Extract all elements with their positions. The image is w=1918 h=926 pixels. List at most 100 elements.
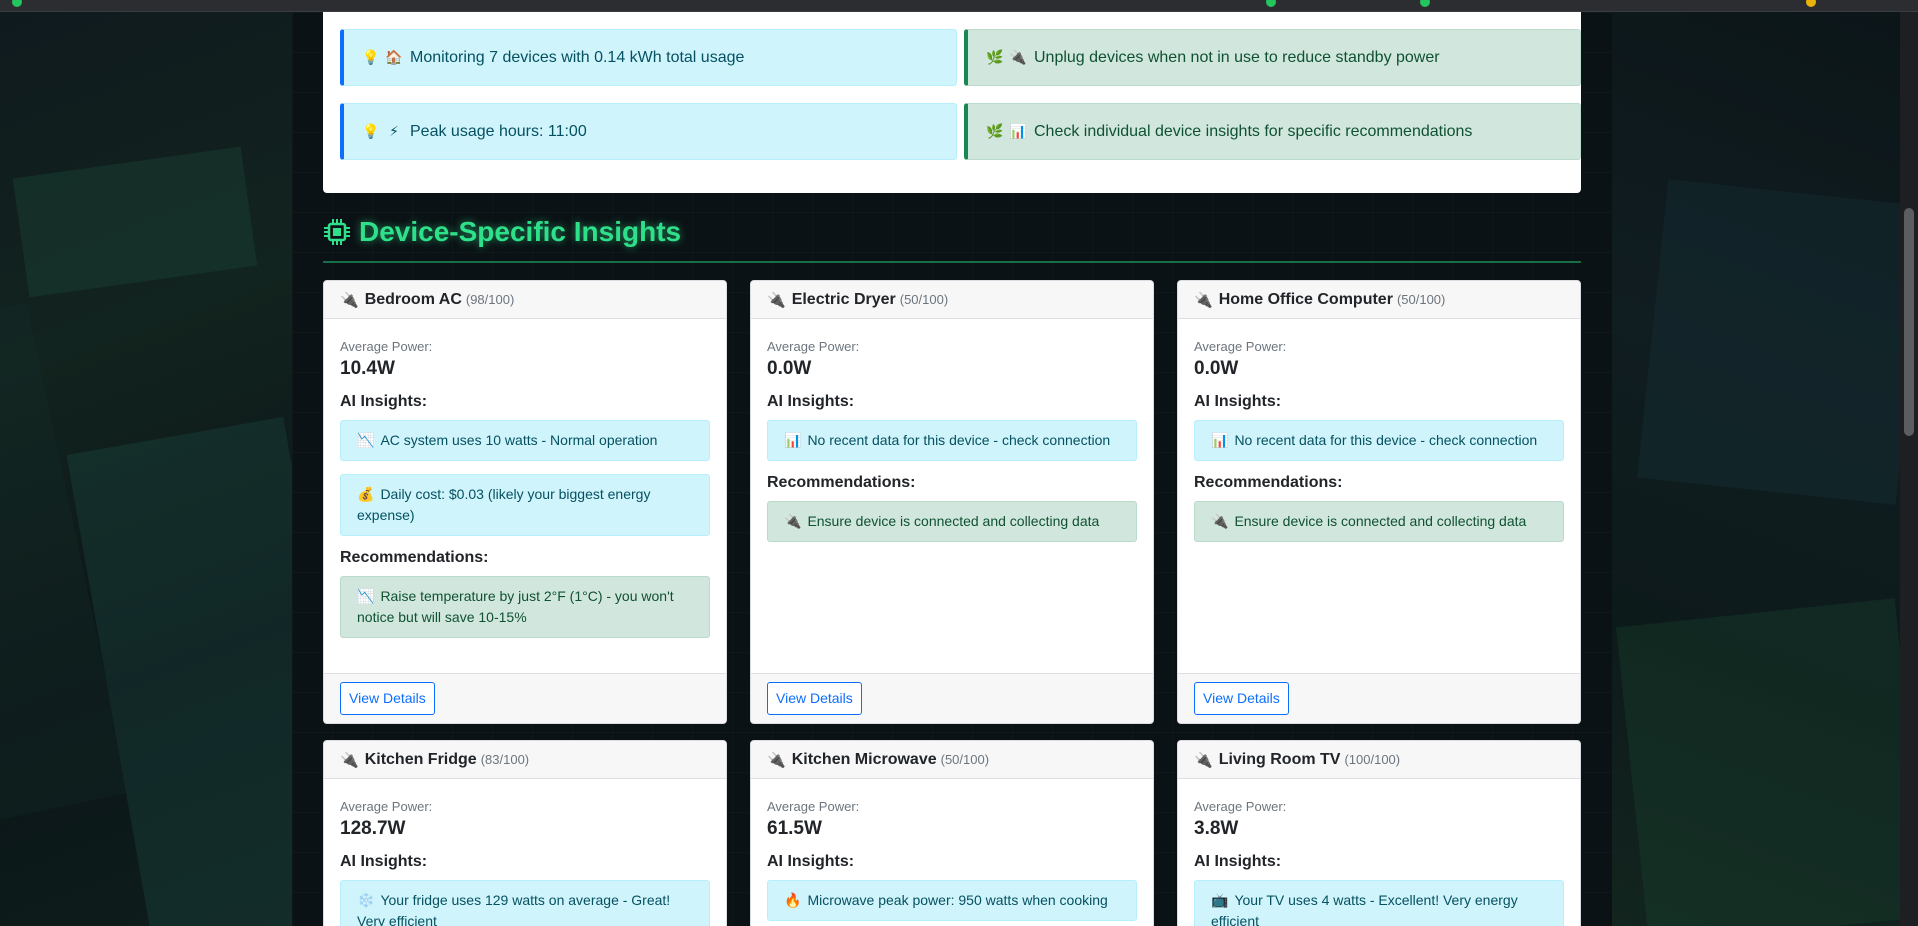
average-power-value: 128.7W <box>340 818 406 839</box>
plug-icon: 🔌 <box>767 291 786 309</box>
ai-insights-heading: AI Insights: <box>1194 853 1282 870</box>
page-scrollbar[interactable] <box>1900 12 1918 926</box>
leaf-icon: 🌿 <box>986 123 1004 139</box>
insight-item: 📊 No recent data for this device - check … <box>1194 420 1564 461</box>
insight-item: 📺 Your TV uses 4 watts - Excellent! Very … <box>1194 880 1564 926</box>
recommendation-item: 📉 Raise temperature by just 2°F (1°C) - y… <box>340 576 710 638</box>
ai-insights-heading: AI Insights: <box>340 393 428 410</box>
house-icon: 🏠 <box>385 49 403 65</box>
insight-item: 🔥 Microwave peak power: 950 watts when co… <box>767 880 1137 921</box>
plug-icon: 🔌 <box>340 291 359 309</box>
insight-text: Your TV uses 4 watts - Excellent! Very e… <box>1211 892 1518 926</box>
device-card-home-office-computer: 🔌 Home Office Computer (50/100) Average … <box>1177 280 1581 724</box>
average-power-label: Average Power: <box>340 799 433 814</box>
peak-usage-tip: 💡 ⚡ Peak usage hours: 11:00 <box>340 103 957 160</box>
scrollbar-thumb[interactable] <box>1904 208 1914 436</box>
device-name: Electric Dryer <box>791 290 896 308</box>
plug-icon: 🔌 <box>767 751 786 769</box>
device-score: (83/100) <box>480 752 530 767</box>
average-power-label: Average Power: <box>1194 339 1287 354</box>
chart-down-icon: 📉 <box>357 432 375 448</box>
average-power-value: 10.4W <box>340 358 395 379</box>
card-header: 🔌 Living Room TV (100/100) <box>1178 741 1580 779</box>
recommendation-item: 🔌 Ensure device is connected and collecti… <box>1194 501 1564 542</box>
bar-chart-icon: 📊 <box>1009 123 1027 139</box>
leaf-icon: 🌿 <box>986 49 1004 65</box>
insight-text: AC system uses 10 watts - Normal operati… <box>380 432 658 448</box>
device-score: (98/100) <box>465 292 515 307</box>
plug-icon: 🔌 <box>784 513 802 529</box>
recommendation-tip-text: Unplug devices when not in use to reduce… <box>1034 48 1440 66</box>
chip-icon <box>324 219 350 245</box>
recommendations-heading: Recommendations: <box>1194 474 1343 491</box>
recommendation-text: Ensure device is connected and collectin… <box>807 513 1100 529</box>
insight-text: Daily cost: $0.03 (likely your biggest e… <box>357 486 651 523</box>
view-details-button[interactable]: View Details <box>340 682 435 715</box>
plug-icon: 🔌 <box>1009 49 1027 65</box>
section-title: Device-Specific Insights <box>323 216 681 248</box>
device-score: (50/100) <box>1396 292 1446 307</box>
average-power-value: 61.5W <box>767 818 822 839</box>
money-bag-icon: 💰 <box>357 486 375 502</box>
summary-tip-text: Monitoring 7 devices with 0.14 kWh total… <box>410 48 745 66</box>
insight-text: Your fridge uses 129 watts on average - … <box>357 892 671 926</box>
card-header: 🔌 Electric Dryer (50/100) <box>751 281 1153 319</box>
television-icon: 📺 <box>1211 892 1229 908</box>
device-card-kitchen-fridge: 🔌 Kitchen Fridge (83/100) Average Power:… <box>323 740 727 926</box>
background-left <box>0 12 292 926</box>
card-header: 🔌 Home Office Computer (50/100) <box>1178 281 1580 319</box>
average-power-value: 3.8W <box>1194 818 1239 839</box>
browser-top-strip <box>0 0 1918 12</box>
section-title-text: Device-Specific Insights <box>359 216 682 247</box>
insight-text: No recent data for this device - check c… <box>807 432 1111 448</box>
summary-panel: 💡 🏠 Monitoring 7 devices with 0.14 kWh t… <box>323 12 1581 193</box>
insight-item: 📉 AC system uses 10 watts - Normal operat… <box>340 420 710 461</box>
recommendations-heading: Recommendations: <box>767 474 916 491</box>
summary-tip: 💡 🏠 Monitoring 7 devices with 0.14 kWh t… <box>340 29 957 86</box>
insight-text: Microwave peak power: 950 watts when coo… <box>807 892 1108 908</box>
device-name: Home Office Computer <box>1218 290 1393 308</box>
card-header: 🔌 Bedroom AC (98/100) <box>324 281 726 319</box>
device-name: Bedroom AC <box>364 290 462 308</box>
card-footer: View Details <box>324 673 726 723</box>
lightbulb-icon: 💡 <box>362 49 380 65</box>
average-power-label: Average Power: <box>767 339 860 354</box>
device-score: (50/100) <box>940 752 990 767</box>
insights-tip-text: Check individual device insights for spe… <box>1034 122 1473 140</box>
section-divider <box>323 261 1581 263</box>
device-name: Kitchen Microwave <box>791 750 937 768</box>
device-card-kitchen-microwave: 🔌 Kitchen Microwave (50/100) Average Pow… <box>750 740 1154 926</box>
ai-insights-heading: AI Insights: <box>767 393 855 410</box>
device-card-electric-dryer: 🔌 Electric Dryer (50/100) Average Power:… <box>750 280 1154 724</box>
card-footer: View Details <box>751 673 1153 723</box>
insight-item: 💰 Daily cost: $0.03 (likely your biggest … <box>340 474 710 536</box>
device-score: (50/100) <box>899 292 949 307</box>
view-details-button[interactable]: View Details <box>767 682 862 715</box>
insight-item: ❄️ Your fridge uses 129 watts on average … <box>340 880 710 926</box>
peak-usage-tip-text: Peak usage hours: 11:00 <box>410 122 587 140</box>
recommendation-tip: 🌿 🔌 Unplug devices when not in use to re… <box>964 29 1581 86</box>
recommendations-heading: Recommendations: <box>340 549 489 566</box>
plug-icon: 🔌 <box>1211 513 1229 529</box>
plug-icon: 🔌 <box>1194 291 1213 309</box>
insight-text: No recent data for this device - check c… <box>1234 432 1538 448</box>
average-power-label: Average Power: <box>767 799 860 814</box>
ai-insights-heading: AI Insights: <box>767 853 855 870</box>
plug-icon: 🔌 <box>340 751 359 769</box>
insights-tip: 🌿 📊 Check individual device insights for… <box>964 103 1581 160</box>
bar-chart-icon: 📊 <box>1211 432 1229 448</box>
card-header: 🔌 Kitchen Fridge (83/100) <box>324 741 726 779</box>
average-power-label: Average Power: <box>340 339 433 354</box>
device-score: (100/100) <box>1344 752 1401 767</box>
background-right <box>1612 12 1900 926</box>
recommendation-text: Ensure device is connected and collectin… <box>1234 513 1527 529</box>
snowflake-icon: ❄️ <box>357 892 375 908</box>
plug-icon: 🔌 <box>1194 751 1213 769</box>
device-name: Living Room TV <box>1218 750 1341 768</box>
card-footer: View Details <box>1178 673 1580 723</box>
average-power-label: Average Power: <box>1194 799 1287 814</box>
view-details-button[interactable]: View Details <box>1194 682 1289 715</box>
average-power-value: 0.0W <box>1194 358 1239 379</box>
lightbulb-icon: 💡 <box>362 123 380 139</box>
device-name: Kitchen Fridge <box>364 750 477 768</box>
